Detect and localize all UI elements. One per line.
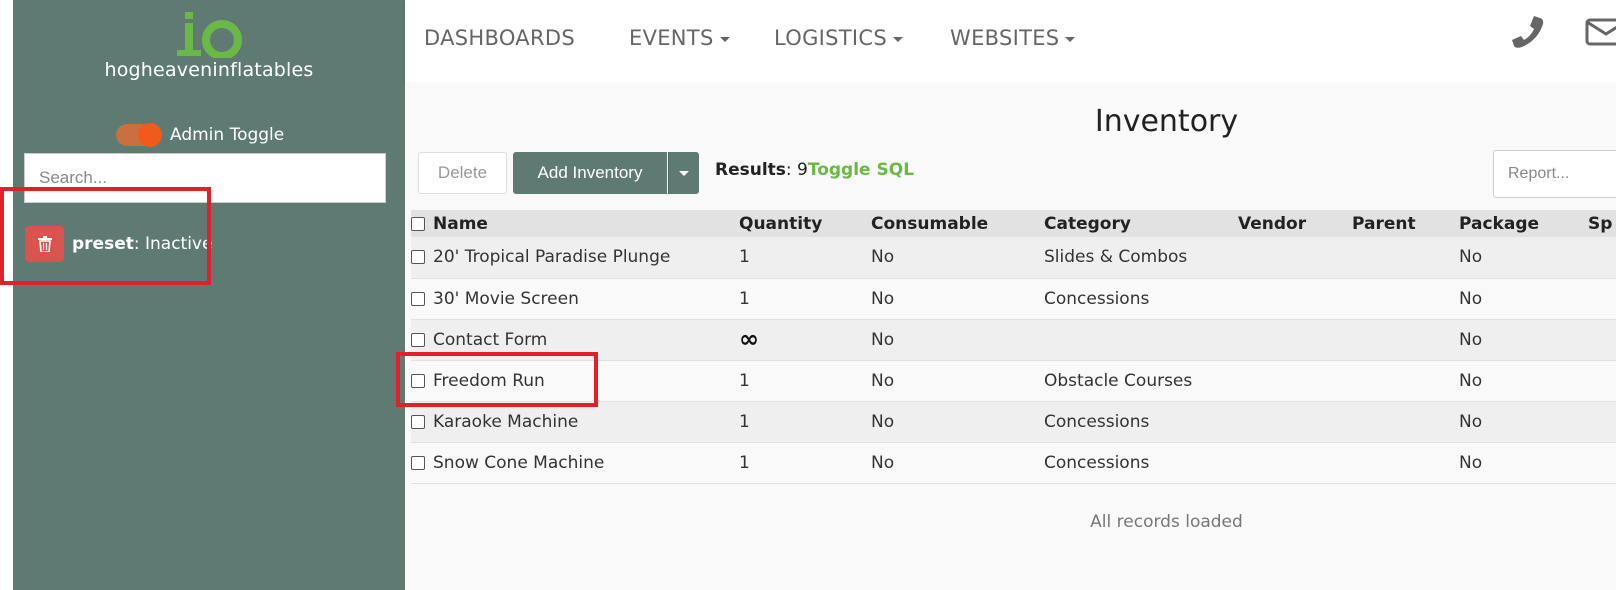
top-nav: DASHBOARDS EVENTS LOGISTICS WEBSITES <box>405 0 1616 82</box>
all-records-loaded: All records loaded <box>1090 512 1243 532</box>
row-checkbox[interactable] <box>411 414 425 429</box>
cell-parent <box>1352 319 1459 360</box>
cell-vendor <box>1238 319 1352 360</box>
row-checkbox[interactable] <box>411 455 425 470</box>
row-checkbox[interactable] <box>411 250 425 265</box>
column-name-label: Name <box>433 213 488 234</box>
add-inventory-button[interactable]: Add Inventory <box>513 152 667 194</box>
cell-package: No <box>1459 247 1483 268</box>
results-label: Results <box>715 160 786 180</box>
table-row[interactable]: Snow Cone Machine 1 No Concessions No <box>411 442 1616 483</box>
column-vendor[interactable]: Vendor <box>1238 210 1352 237</box>
admin-toggle-label: Admin Toggle <box>170 125 285 145</box>
cell-consumable: No <box>871 288 895 309</box>
cell-category: Concessions <box>1044 452 1150 473</box>
cell-quantity: 1 <box>739 247 750 268</box>
table-header-row: Name Quantity Consumable Category Vendor… <box>411 210 1616 237</box>
cell-name[interactable]: Contact Form <box>433 330 547 350</box>
cell-parent <box>1352 278 1459 319</box>
cell-consumable: No <box>871 247 895 268</box>
cell-consumable: No <box>871 370 895 391</box>
report-input[interactable] <box>1493 150 1616 198</box>
results-value: : 9 <box>785 160 808 180</box>
row-checkbox[interactable] <box>411 332 425 347</box>
cell-quantity: 1 <box>739 411 750 432</box>
inventory-table: Name Quantity Consumable Category Vendor… <box>411 210 1616 484</box>
annotation-box-preset <box>0 187 211 285</box>
cell-vendor <box>1238 237 1352 278</box>
nav-logistics-label: LOGISTICS <box>774 26 887 50</box>
phone-icon[interactable] <box>1510 14 1546 50</box>
cell-parent <box>1352 237 1459 278</box>
cell-consumable: No <box>871 452 895 473</box>
nav-websites[interactable]: WEBSITES <box>950 26 1076 50</box>
column-parent[interactable]: Parent <box>1352 210 1459 237</box>
cell-name[interactable]: 20' Tropical Paradise Plunge <box>433 247 670 267</box>
add-inventory-dropdown[interactable] <box>668 152 699 194</box>
cell-category: Obstacle Courses <box>1044 370 1193 391</box>
cell-package: No <box>1459 329 1483 350</box>
table-row[interactable]: Karaoke Machine 1 No Concessions No <box>411 401 1616 442</box>
main-content: Inventory Delete Add Inventory Results: … <box>405 82 1616 590</box>
column-quantity[interactable]: Quantity <box>739 210 871 237</box>
toggle-sql-link[interactable]: Toggle SQL <box>808 160 914 180</box>
cell-consumable: No <box>871 329 895 350</box>
cell-quantity: 1 <box>739 452 750 473</box>
cell-category: Concessions <box>1044 411 1150 432</box>
cell-vendor <box>1238 401 1352 442</box>
cell-vendor <box>1238 442 1352 483</box>
cell-parent <box>1352 442 1459 483</box>
cell-name[interactable]: Snow Cone Machine <box>433 453 604 473</box>
cell-category <box>1044 319 1238 360</box>
nav-events-label: EVENTS <box>629 26 714 50</box>
io-logo[interactable] <box>175 6 247 58</box>
table-row[interactable]: 30' Movie Screen 1 No Concessions No <box>411 278 1616 319</box>
delete-button[interactable]: Delete <box>418 152 507 194</box>
cell-package: No <box>1459 411 1483 432</box>
cell-category: Concessions <box>1044 288 1150 309</box>
cell-name[interactable]: Karaoke Machine <box>433 412 578 432</box>
admin-toggle[interactable]: Admin Toggle <box>116 122 284 148</box>
cell-quantity: 1 <box>739 288 750 309</box>
column-package[interactable]: Package <box>1459 210 1588 237</box>
select-all-checkbox[interactable] <box>411 216 425 231</box>
chevron-down-icon <box>719 36 730 42</box>
nav-events[interactable]: EVENTS <box>629 26 730 50</box>
nav-dashboards-label: DASHBOARDS <box>424 26 575 50</box>
nav-websites-label: WEBSITES <box>950 26 1060 50</box>
cell-package: No <box>1459 452 1483 473</box>
cell-vendor <box>1238 360 1352 401</box>
cell-parent <box>1352 401 1459 442</box>
cell-quantity: ∞ <box>739 319 871 360</box>
column-sp[interactable]: Sp <box>1588 210 1616 237</box>
column-name[interactable]: Name <box>411 210 739 237</box>
cell-quantity: 1 <box>739 370 750 391</box>
row-checkbox[interactable] <box>411 291 425 306</box>
nav-logistics[interactable]: LOGISTICS <box>774 26 903 50</box>
cell-consumable: No <box>871 411 895 432</box>
cell-name[interactable]: 30' Movie Screen <box>433 289 579 309</box>
chevron-down-icon <box>893 36 903 42</box>
page-title: Inventory <box>1094 104 1239 139</box>
sidebar: hogheaveninflatables Admin Toggle preset… <box>13 0 405 590</box>
results-count: Results: 9Toggle SQL <box>715 160 914 180</box>
annotation-box-freedom-run <box>396 352 598 407</box>
column-category[interactable]: Category <box>1044 210 1238 237</box>
nav-dashboards[interactable]: DASHBOARDS <box>424 26 575 50</box>
admin-toggle-switch[interactable] <box>116 123 162 147</box>
mail-icon[interactable] <box>1585 18 1616 46</box>
cell-package: No <box>1459 288 1483 309</box>
cell-parent <box>1352 360 1459 401</box>
cell-category: Slides & Combos <box>1044 247 1188 268</box>
cell-vendor <box>1238 278 1352 319</box>
brand-name: hogheaveninflatables <box>104 59 314 81</box>
chevron-down-icon <box>1065 36 1076 42</box>
column-consumable[interactable]: Consumable <box>871 210 1044 237</box>
infinity-icon: ∞ <box>739 325 759 353</box>
table-row[interactable]: 20' Tropical Paradise Plunge 1 No Slides… <box>411 237 1616 278</box>
cell-package: No <box>1459 370 1483 391</box>
caret-down-icon <box>679 171 689 177</box>
